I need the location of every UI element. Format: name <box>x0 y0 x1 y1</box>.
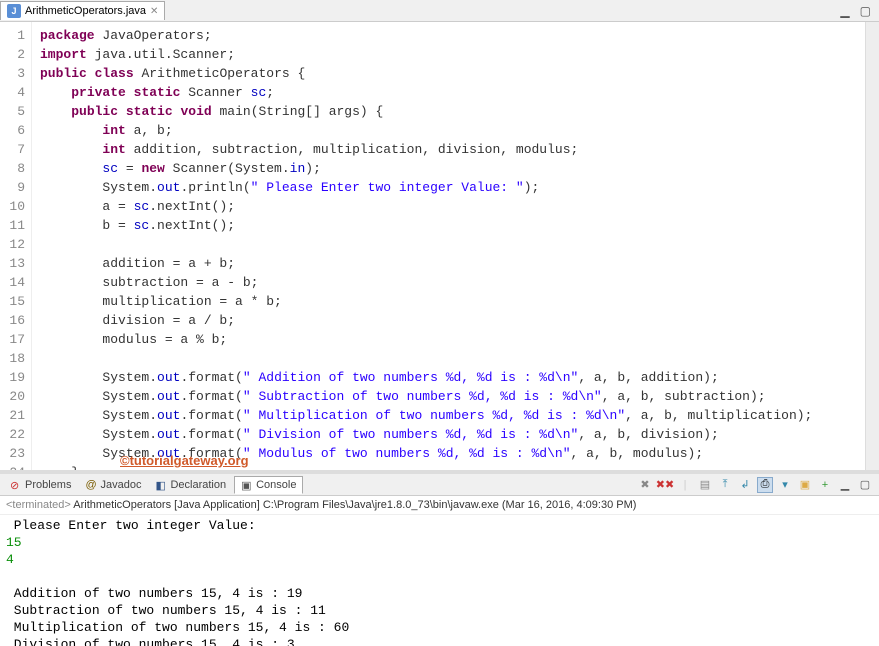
code-line[interactable]: private static Scanner sc; <box>40 83 857 102</box>
line-number: 3 <box>0 64 25 83</box>
console-toolbar: ✖ ✖✖ | ▤ ⤒ ↲ ⎙ ▾ ▣ + ▁ ▢ <box>637 477 879 493</box>
tab-problems-label: Problems <box>25 479 71 491</box>
code-line[interactable]: import java.util.Scanner; <box>40 45 857 64</box>
line-number: 1 <box>0 26 25 45</box>
code-line[interactable]: System.out.format(" Multiplication of tw… <box>40 406 857 425</box>
declaration-icon: ◧ <box>155 479 167 491</box>
tab-declaration-label: Declaration <box>170 479 226 491</box>
remove-all-icon[interactable]: ✖✖ <box>657 477 673 493</box>
line-number: 9 <box>0 178 25 197</box>
divider: | <box>677 477 693 493</box>
console-status: <terminated> <box>6 499 71 511</box>
code-line[interactable]: public static void main(String[] args) { <box>40 102 857 121</box>
line-number: 10 <box>0 197 25 216</box>
console-output[interactable]: Please Enter two integer Value: 15 4 Add… <box>0 515 879 646</box>
line-number: 16 <box>0 311 25 330</box>
tab-javadoc-label: Javadoc <box>100 479 141 491</box>
line-number: 7 <box>0 140 25 159</box>
maximize-icon[interactable]: ▢ <box>860 4 871 18</box>
console-result-lines: Addition of two numbers 15, 4 is : 19 Su… <box>6 586 349 646</box>
line-number: 4 <box>0 83 25 102</box>
tab-console-label: Console <box>256 479 296 491</box>
code-area[interactable]: package JavaOperators;import java.util.S… <box>32 22 865 470</box>
code-line[interactable]: b = sc.nextInt(); <box>40 216 857 235</box>
line-number: 5 <box>0 102 25 121</box>
window-controls: ▁ ▢ <box>840 4 879 18</box>
console-title: ArithmeticOperators [Java Application] <box>73 499 259 511</box>
remove-launch-icon[interactable]: ✖ <box>637 477 653 493</box>
console-path: C:\Program Files\Java\jre1.8.0_73\bin\ja… <box>263 499 637 511</box>
line-number: 24 <box>0 463 25 470</box>
minimize-icon[interactable]: ▁ <box>840 4 849 18</box>
code-line[interactable]: System.out.format(" Subtraction of two n… <box>40 387 857 406</box>
code-line[interactable]: System.out.println(" Please Enter two in… <box>40 178 857 197</box>
tab-filename: ArithmeticOperators.java <box>25 5 146 17</box>
line-number: 23 <box>0 444 25 463</box>
close-tab-icon[interactable]: ✕ <box>150 6 158 17</box>
code-line[interactable]: package JavaOperators; <box>40 26 857 45</box>
console-view: <terminated> ArithmeticOperators [Java A… <box>0 496 879 646</box>
line-number: 22 <box>0 425 25 444</box>
code-line[interactable]: int a, b; <box>40 121 857 140</box>
code-line[interactable] <box>40 349 857 368</box>
java-file-icon: J <box>7 4 21 18</box>
code-line[interactable]: division = a / b; <box>40 311 857 330</box>
vertical-scrollbar[interactable] <box>865 22 879 470</box>
code-line[interactable]: System.out.format(" Addition of two numb… <box>40 368 857 387</box>
display-console-icon[interactable]: ▾ <box>777 477 793 493</box>
new-console-icon[interactable]: + <box>817 477 833 493</box>
code-line[interactable]: int addition, subtraction, multiplicatio… <box>40 140 857 159</box>
line-number: 8 <box>0 159 25 178</box>
tab-console[interactable]: ▣ Console <box>234 476 303 494</box>
code-line[interactable]: a = sc.nextInt(); <box>40 197 857 216</box>
console-header: <terminated> ArithmeticOperators [Java A… <box>0 496 879 515</box>
line-number-gutter: 123456789101112131415161718192021222324 <box>0 22 32 470</box>
javadoc-icon: @ <box>85 479 97 491</box>
line-number: 14 <box>0 273 25 292</box>
code-editor[interactable]: 123456789101112131415161718192021222324 … <box>0 22 879 470</box>
pin-console-icon[interactable]: ⎙ <box>757 477 773 493</box>
console-prompt-line: Please Enter two integer Value: <box>6 518 263 533</box>
watermark-text: ©tutorialgateway.org <box>120 453 249 468</box>
code-line[interactable]: sc = new Scanner(System.in); <box>40 159 857 178</box>
code-line[interactable]: addition = a + b; <box>40 254 857 273</box>
code-line[interactable]: System.out.format(" Division of two numb… <box>40 425 857 444</box>
line-number: 15 <box>0 292 25 311</box>
editor-tab[interactable]: J ArithmeticOperators.java ✕ <box>0 1 165 20</box>
code-line[interactable]: public class ArithmeticOperators { <box>40 64 857 83</box>
line-number: 17 <box>0 330 25 349</box>
word-wrap-icon[interactable]: ↲ <box>737 477 753 493</box>
max-view-icon[interactable]: ▢ <box>857 477 873 493</box>
line-number: 20 <box>0 387 25 406</box>
line-number: 18 <box>0 349 25 368</box>
line-number: 11 <box>0 216 25 235</box>
line-number: 13 <box>0 254 25 273</box>
code-line[interactable]: multiplication = a * b; <box>40 292 857 311</box>
console-icon: ▣ <box>241 479 253 491</box>
line-number: 19 <box>0 368 25 387</box>
tab-javadoc[interactable]: @ Javadoc <box>79 477 147 493</box>
line-number: 6 <box>0 121 25 140</box>
tab-problems[interactable]: ⊘ Problems <box>4 477 77 493</box>
line-number: 21 <box>0 406 25 425</box>
console-input-2: 4 <box>6 552 14 567</box>
bottom-view-tabs: ⊘ Problems @ Javadoc ◧ Declaration ▣ Con… <box>0 474 879 496</box>
line-number: 12 <box>0 235 25 254</box>
min-view-icon[interactable]: ▁ <box>837 477 853 493</box>
open-console-icon[interactable]: ▣ <box>797 477 813 493</box>
line-number: 2 <box>0 45 25 64</box>
console-input-1: 15 <box>6 535 22 550</box>
problems-icon: ⊘ <box>10 479 22 491</box>
code-line[interactable]: modulus = a % b; <box>40 330 857 349</box>
editor-tab-bar: J ArithmeticOperators.java ✕ ▁ ▢ <box>0 0 879 22</box>
code-line[interactable]: subtraction = a - b; <box>40 273 857 292</box>
tab-declaration[interactable]: ◧ Declaration <box>149 477 232 493</box>
clear-console-icon[interactable]: ▤ <box>697 477 713 493</box>
scroll-lock-icon[interactable]: ⤒ <box>717 477 733 493</box>
code-line[interactable] <box>40 235 857 254</box>
